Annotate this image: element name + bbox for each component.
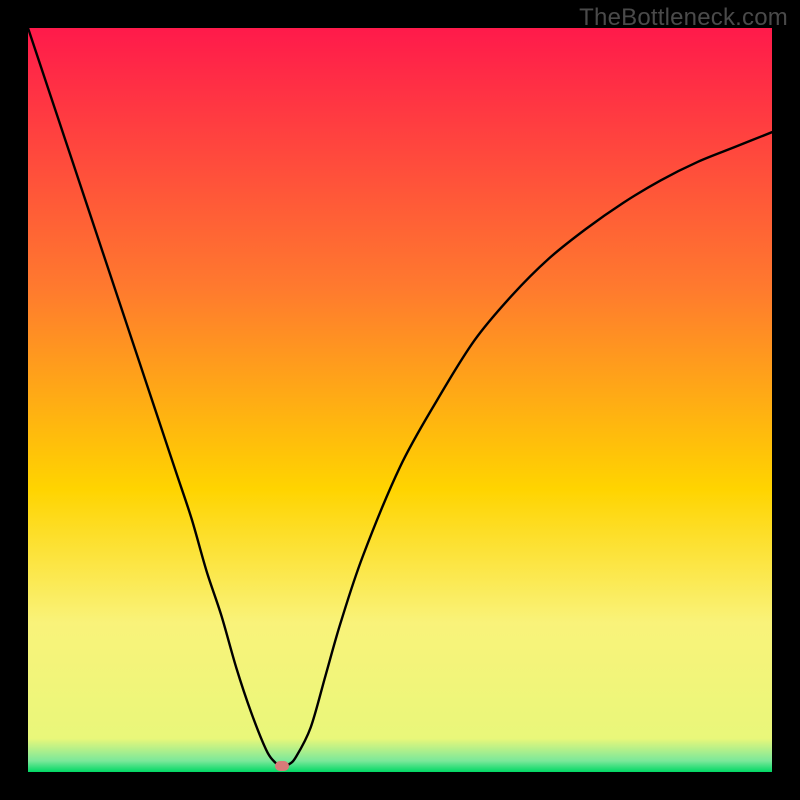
- plot-area: [28, 28, 772, 772]
- optimal-point-marker: [275, 761, 289, 771]
- gradient-background: [28, 28, 772, 772]
- plot-svg: [28, 28, 772, 772]
- chart-frame: TheBottleneck.com: [0, 0, 800, 800]
